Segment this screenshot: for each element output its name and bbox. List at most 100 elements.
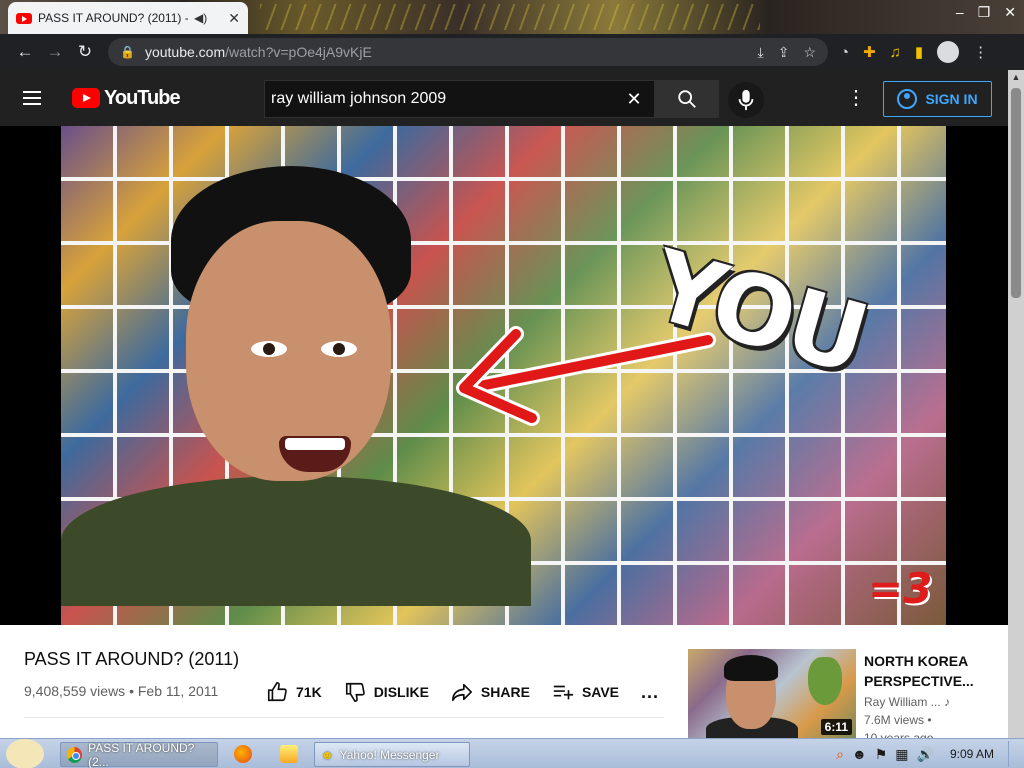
search-tray-icon[interactable]: ⌕ [836,746,844,763]
browser-toolbar: ← → ↻ 🔒 youtube.com/watch?v=pOe4jA9vKjE … [0,34,1024,70]
url-text[interactable]: youtube.com/watch?v=pOe4jA9vKjE [145,44,372,60]
youtube-header: YouTube ray william johnson 2009 ✕ ⋮ SIG… [0,70,1008,126]
dislike-button[interactable]: DISLIKE [344,681,429,703]
status-tray-icon[interactable]: ☻ [852,746,867,762]
page-scrollbar[interactable]: ▲ [1008,70,1024,738]
thumbnail-prop [808,657,842,705]
reload-icon[interactable]: ↻ [70,42,100,62]
like-count: 71K [296,684,322,700]
browser-tab-strip: PASS IT AROUND? (2011) - Y ◀) ✕ – ❐ ✕ [0,0,1024,34]
microphone-icon [738,89,754,111]
more-horizontal-icon: ... [641,681,660,702]
bookmark-star-icon[interactable]: ☆ [803,44,816,61]
video-duration-badge: 6:11 [820,719,852,735]
share-button[interactable]: SHARE [451,681,530,703]
screen: PASS IT AROUND? (2011) - Y ◀) ✕ – ❐ ✕ ← … [0,0,1024,768]
install-app-icon[interactable]: ⤓ [758,44,764,61]
youtube-favicon-icon [16,12,32,24]
like-button[interactable]: 71K [266,681,322,703]
video-actions: 71K DISLIKE SHARE SAVE ... [266,681,659,703]
restore-icon[interactable]: ❐ [978,4,991,21]
address-bar[interactable]: 🔒 youtube.com/watch?v=pOe4jA9vKjE ⤓ ⇪ ☆ [108,38,828,66]
youtube-play-icon [72,88,100,108]
theme-decoration [260,4,760,30]
system-tray: ⌕ ☻ ⚑ ▦ 🔊 9:09 AM [828,739,1024,768]
extension-flag-icon[interactable]: ◔ [840,44,849,61]
side-panel-icon[interactable]: ▮ [915,43,923,61]
corner-emoticon-text: =3 [868,564,933,613]
related-thumbnail[interactable]: 6:11 [688,649,856,739]
presenter-eye-right [321,341,357,357]
yahoo-smiley-icon: ☻ [321,747,334,762]
more-actions-button[interactable]: ... [641,682,659,703]
save-button[interactable]: SAVE [552,681,619,703]
folder-icon[interactable] [280,745,298,763]
omnibox-actions: ⤓ ⇪ ☆ [758,44,817,61]
related-title[interactable]: NORTH KOREA PERSPECTIVE... [864,651,1004,691]
show-desktop-button[interactable] [1008,741,1016,767]
section-divider [24,717,664,718]
video-frame[interactable]: YOU [61,126,946,625]
scroll-up-arrow-icon[interactable]: ▲ [1008,70,1024,84]
forward-arrow-icon[interactable]: → [40,42,70,62]
presenter-teeth [285,438,345,450]
chrome-icon [67,746,83,763]
thumbs-down-icon [345,682,365,702]
lock-icon[interactable]: 🔒 [120,45,135,59]
taskbar-yahoo-label: Yahoo! Messenger [339,747,440,762]
flag-tray-icon[interactable]: ⚑ [875,746,888,763]
account-circle-icon [897,89,918,109]
view-count: 9,408,559 views [24,683,126,699]
tab-title: PASS IT AROUND? (2011) - Y [38,11,188,25]
thumbnail-hair [724,655,778,681]
upload-date: Feb 11, 2011 [137,683,219,699]
youtube-logo[interactable]: YouTube [72,86,181,110]
sign-in-label: SIGN IN [925,91,978,107]
network-tray-icon[interactable]: ▦ [895,746,908,763]
settings-more-icon[interactable]: ⋮ [846,88,866,108]
close-tab-icon[interactable]: ✕ [228,10,240,27]
thumbs-up-icon [267,682,287,702]
browser-tab-active[interactable]: PASS IT AROUND? (2011) - Y ◀) ✕ [8,2,248,34]
meta-separator: • [129,683,138,699]
taskbar-chrome-label: PASS IT AROUND? (2... [88,740,195,768]
taskbar-chrome-window[interactable]: PASS IT AROUND? (2... [60,740,218,768]
video-player[interactable]: YOU =3 [0,126,1008,741]
scrollbar-thumb[interactable] [1011,88,1021,298]
clear-search-icon[interactable]: ✕ [620,89,648,110]
share-arrow-icon [451,683,472,702]
related-video-item[interactable]: 6:11 NORTH KOREA PERSPECTIVE... Ray Will… [688,649,1008,745]
playlist-add-icon [553,685,574,700]
video-title: PASS IT AROUND? (2011) [24,649,240,669]
presenter-shirt [61,476,531,606]
minimize-icon[interactable]: – [956,4,964,21]
sign-in-button[interactable]: SIGN IN [883,81,992,117]
search-input[interactable]: ray william johnson 2009 ✕ [264,80,655,118]
voice-search-button[interactable] [728,82,764,118]
presenter-eye-left [251,341,287,357]
dislike-label: DISLIKE [373,684,429,700]
media-playlist-icon[interactable]: ♫ [890,44,901,61]
puzzle-extensions-icon[interactable]: ✚ [863,43,876,61]
system-clock[interactable]: 9:09 AM [950,747,994,761]
search-icon [678,90,696,108]
os-taskbar: PASS IT AROUND? (2... ☻ Yahoo! Messenger… [0,738,1024,768]
close-window-icon[interactable]: ✕ [1004,4,1016,21]
start-smiley-icon [6,739,44,768]
back-arrow-icon[interactable]: ← [10,42,40,62]
hamburger-menu-icon[interactable] [0,97,64,99]
youtube-wordmark: YouTube [104,86,181,109]
taskbar-yahoo-window[interactable]: ☻ Yahoo! Messenger [314,742,470,767]
start-button[interactable] [6,739,46,768]
related-views: 7.6M views • [864,713,932,727]
share-page-icon[interactable]: ⇪ [778,44,790,61]
related-channel[interactable]: Ray William ... ♪ [864,695,950,709]
firefox-icon[interactable] [234,745,252,763]
profile-avatar-icon[interactable] [937,41,960,63]
extensions-area: ◔ ✚ ♫ ▮ ⋮ [840,41,988,63]
chrome-menu-icon[interactable]: ⋮ [973,43,988,61]
speaker-icon[interactable]: ◀) [194,11,207,25]
search-button[interactable] [655,80,719,118]
save-label: SAVE [581,684,620,700]
volume-tray-icon[interactable]: 🔊 [917,746,934,763]
